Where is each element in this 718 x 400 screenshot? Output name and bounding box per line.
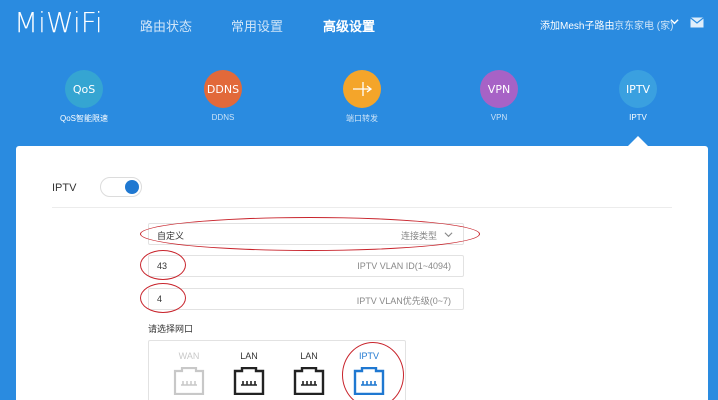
port-label: LAN bbox=[300, 351, 318, 361]
port-lan-1[interactable]: LAN bbox=[227, 351, 271, 395]
annotation-circle-iptv-port bbox=[342, 342, 404, 400]
annotation-circle-vlan-id bbox=[140, 250, 186, 280]
feature-iptv[interactable]: IPTV IPTV bbox=[598, 70, 678, 122]
active-feature-pointer bbox=[628, 136, 648, 146]
port-forwarding-icon bbox=[343, 70, 381, 108]
feature-qos-label: QoS智能限速 bbox=[59, 114, 108, 123]
nav-advanced-settings[interactable]: 高级设置 bbox=[323, 16, 375, 35]
annotation-circle-connection-type bbox=[140, 217, 480, 251]
ethernet-port-icon bbox=[293, 367, 325, 395]
toggle-knob bbox=[125, 180, 139, 194]
feature-iptv-label: IPTV bbox=[629, 113, 647, 122]
feature-port-forwarding[interactable]: 端口转发 bbox=[322, 70, 402, 124]
feature-port-forwarding-label: 端口转发 bbox=[346, 114, 378, 123]
vlan-id-input[interactable]: 43 IPTV VLAN ID(1~4094) bbox=[148, 255, 464, 277]
ethernet-port-icon bbox=[173, 367, 205, 395]
user-name[interactable]: 京东家电 (家) bbox=[614, 17, 673, 32]
nav-router-status[interactable]: 路由状态 bbox=[140, 16, 192, 35]
feature-vpn-label: VPN bbox=[490, 113, 508, 122]
top-header: MiWiFi 路由状态 常用设置 高级设置 添加Mesh子路由 京东家电 (家) bbox=[0, 0, 718, 48]
divider bbox=[52, 207, 672, 208]
feature-qos[interactable]: QoS QoS智能限速 bbox=[44, 70, 124, 124]
port-label: WAN bbox=[178, 351, 200, 361]
port-select-title: 请选择网口 bbox=[148, 324, 194, 334]
vlan-id-placeholder: IPTV VLAN ID(1~4094) bbox=[357, 261, 451, 271]
feature-vpn[interactable]: VPN VPN bbox=[459, 70, 539, 122]
port-forward-glyph bbox=[353, 82, 372, 96]
vpn-icon: VPN bbox=[480, 70, 518, 108]
ddns-icon: DDNS bbox=[204, 70, 242, 108]
iptv-icon: IPTV bbox=[619, 70, 657, 108]
mail-icon[interactable] bbox=[690, 17, 704, 28]
iptv-toggle[interactable] bbox=[100, 177, 142, 197]
nav-common-settings[interactable]: 常用设置 bbox=[231, 16, 283, 35]
ethernet-port-icon bbox=[233, 367, 265, 395]
feature-ddns[interactable]: DDNS DDNS bbox=[183, 70, 263, 122]
add-mesh-router-link[interactable]: 添加Mesh子路由 bbox=[540, 17, 614, 32]
port-wan[interactable]: WAN bbox=[167, 351, 211, 395]
vlan-priority-placeholder: IPTV VLAN优先级(0~7) bbox=[356, 296, 451, 306]
chevron-down-icon[interactable] bbox=[670, 17, 679, 26]
qos-icon: QoS bbox=[65, 70, 103, 108]
miwifi-logo: MiWiFi bbox=[14, 6, 103, 39]
port-label: LAN bbox=[240, 351, 258, 361]
vlan-priority-input[interactable]: 4 IPTV VLAN优先级(0~7) bbox=[148, 288, 464, 310]
iptv-settings-panel: IPTV 自定义 连接类型 43 IPTV VLAN ID(1~4094) 4 … bbox=[16, 146, 708, 400]
annotation-circle-vlan-priority bbox=[140, 283, 186, 313]
port-lan-2[interactable]: LAN bbox=[287, 351, 331, 395]
iptv-toggle-label: IPTV bbox=[52, 182, 77, 194]
feature-ddns-label: DDNS bbox=[211, 113, 235, 122]
